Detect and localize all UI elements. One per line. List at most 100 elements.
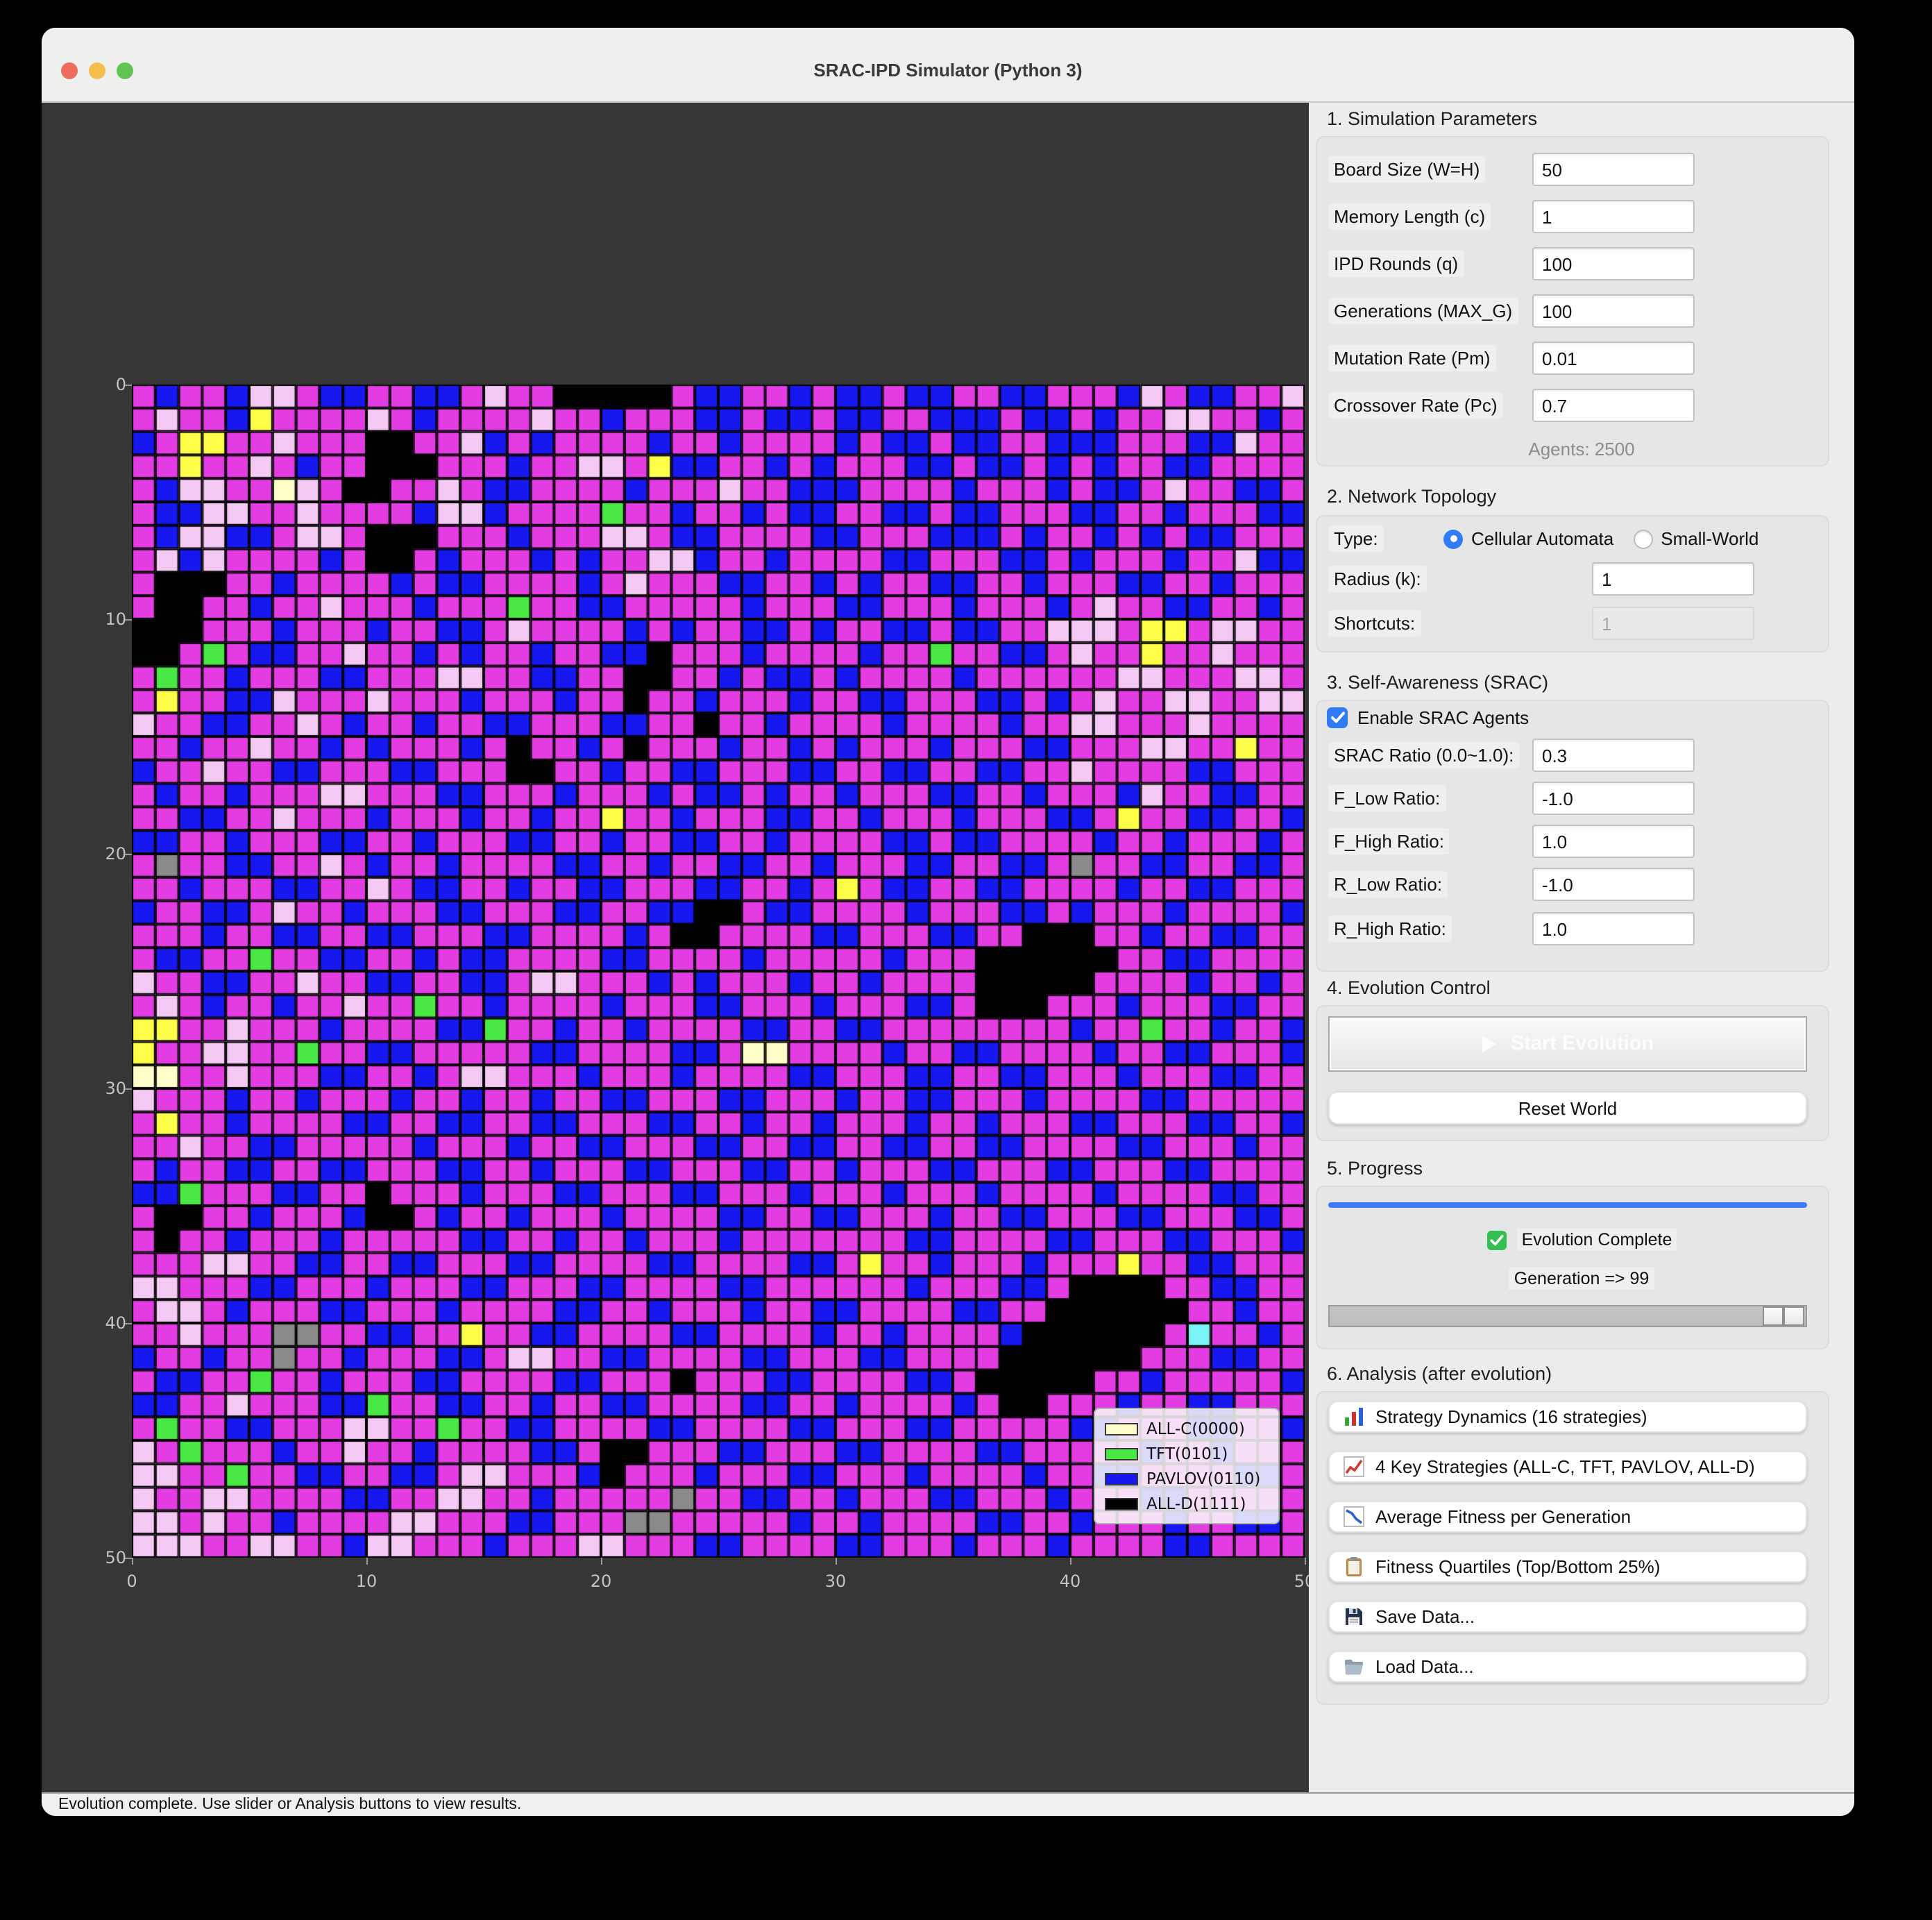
f-high-ratio-label: F_High Ratio: [1328,828,1450,854]
progress-bar [1328,1202,1807,1208]
section-title-evolution-control: 4. Evolution Control [1327,977,1491,998]
figure-area: Generation 99 01020304050 01020304050 AL… [42,103,1309,1792]
y-tick-label: 30 [105,1079,126,1098]
y-tick-label: 40 [105,1313,126,1333]
close-icon[interactable] [61,62,78,78]
x-tick-mark [366,1558,368,1565]
allc-swatch [1105,1422,1138,1435]
line-chart-down-icon [1344,1506,1364,1527]
y-tick-mark [125,1088,132,1090]
r-high-ratio-field[interactable] [1532,912,1695,945]
legend-item: ALL-D(1111) [1105,1491,1269,1516]
generation-slider[interactable] [1328,1305,1807,1327]
zoom-icon[interactable] [117,62,133,78]
start-evolution-button[interactable]: Start Evolution [1328,1016,1807,1072]
srac-ratio-field[interactable] [1532,739,1695,772]
type-label: Type: [1328,525,1384,552]
r-high-ratio-label: R_High Ratio: [1328,916,1452,942]
mutation-rate-field[interactable] [1532,342,1695,375]
y-tick-label: 20 [105,844,126,864]
y-tick-mark [125,619,132,621]
section-title-progress: 5. Progress [1327,1158,1423,1179]
enable-srac-label: Enable SRAC Agents [1357,707,1529,728]
ipd-rounds-field[interactable] [1532,247,1695,280]
ipd-rounds-label: IPD Rounds (q) [1328,251,1464,277]
small-world-radio[interactable] [1633,529,1652,548]
generation-readout-text: Generation => 99 [1509,1268,1655,1290]
y-tick-mark [125,385,132,386]
generations-label: Generations (MAX_G) [1328,298,1518,324]
clipboard-icon [1344,1556,1364,1577]
traffic-lights [61,28,133,101]
key-strategies-label: 4 Key Strategies (ALL-C, TFT, PAVLOV, AL… [1375,1456,1755,1477]
section-title-simulation-parameters: 1. Simulation Parameters [1327,108,1537,129]
x-tick-label: 10 [356,1572,378,1591]
f-low-ratio-label: F_Low Ratio: [1328,785,1446,811]
f-low-ratio-field[interactable] [1532,782,1695,815]
load-data-button[interactable]: Load Data... [1328,1651,1807,1683]
section-title-network-topology: 2. Network Topology [1327,486,1496,507]
r-low-ratio-label: R_Low Ratio: [1328,871,1448,898]
minimize-icon[interactable] [89,62,105,78]
cellular-automata-radio[interactable] [1443,529,1463,548]
generation-readout: Generation => 99 [1309,1269,1854,1288]
y-tick-label: 10 [105,609,126,629]
memory-length-field[interactable] [1532,200,1695,233]
reset-world-button[interactable]: Reset World [1328,1091,1807,1125]
x-tick-label: 20 [591,1572,612,1591]
line-chart-up-icon [1344,1456,1364,1477]
app-window: SRAC-IPD Simulator (Python 3) Generation… [42,28,1854,1816]
save-data-button[interactable]: Save Data... [1328,1601,1807,1633]
shortcuts-field [1592,607,1754,640]
cellular-automata-label: Cellular Automata [1471,528,1613,549]
bar-chart-icon [1344,1406,1364,1427]
agents-count-label: Agents: 2500 [1309,439,1854,460]
x-tick-label: 40 [1060,1572,1081,1591]
strategy-legend: ALL-C(0000) TFT(0101) PAVLOV(0110) ALL-D… [1094,1408,1280,1524]
mutation-rate-label: Mutation Rate (Pm) [1328,345,1495,371]
play-icon [1482,1034,1498,1054]
fitness-quartiles-button[interactable]: Fitness Quartiles (Top/Bottom 25%) [1328,1551,1807,1583]
srac-ratio-label: SRAC Ratio (0.0~1.0): [1328,742,1519,768]
section-title-analysis: 6. Analysis (after evolution) [1327,1363,1552,1384]
strategy-dynamics-button[interactable]: Strategy Dynamics (16 strategies) [1328,1401,1807,1433]
small-world-label: Small-World [1661,528,1759,549]
title-bar: SRAC-IPD Simulator (Python 3) [42,28,1854,103]
x-tick-mark [132,1558,133,1565]
legend-label: PAVLOV(0110) [1146,1469,1260,1488]
topology-radio-group: Cellular Automata Small-World [1443,528,1759,549]
average-fitness-label: Average Fitness per Generation [1375,1506,1631,1527]
evolution-complete-label: Evolution Complete [1518,1229,1677,1251]
slider-thumb-segment[interactable] [1783,1306,1804,1326]
generations-field[interactable] [1532,294,1695,328]
memory-length-label: Memory Length (c) [1328,203,1491,230]
status-bar: Evolution complete. Use slider or Analys… [42,1792,1854,1816]
key-strategies-button[interactable]: 4 Key Strategies (ALL-C, TFT, PAVLOV, AL… [1328,1451,1807,1483]
load-data-label: Load Data... [1375,1656,1474,1677]
board-size-field[interactable] [1532,153,1695,186]
floppy-icon [1344,1606,1364,1627]
x-tick-mark [601,1558,602,1565]
generation-slider-thumb[interactable] [1763,1306,1804,1326]
crossover-rate-label: Crossover Rate (Pc) [1328,392,1503,419]
enable-srac-row: Enable SRAC Agents [1327,707,1529,728]
green-check-icon [1487,1229,1508,1250]
x-tick-mark [1305,1558,1306,1565]
control-panel: 1. Simulation Parameters Board Size (W=H… [1309,103,1854,1792]
board-size-label: Board Size (W=H) [1328,156,1485,183]
fitness-quartiles-label: Fitness Quartiles (Top/Bottom 25%) [1375,1556,1660,1577]
crossover-rate-field[interactable] [1532,389,1695,422]
slider-thumb-segment[interactable] [1763,1306,1783,1326]
x-tick-label: 0 [126,1572,137,1591]
average-fitness-button[interactable]: Average Fitness per Generation [1328,1501,1807,1533]
enable-srac-checkbox[interactable] [1327,707,1348,728]
radius-field[interactable] [1592,562,1754,596]
y-tick-mark [125,854,132,855]
start-evolution-label: Start Evolution [1511,1033,1654,1055]
strategy-dynamics-label: Strategy Dynamics (16 strategies) [1375,1406,1647,1427]
shortcuts-label: Shortcuts: [1328,610,1421,637]
r-low-ratio-field[interactable] [1532,868,1695,901]
evolution-complete-row: Evolution Complete [1309,1229,1854,1251]
f-high-ratio-field[interactable] [1532,825,1695,858]
legend-item: TFT(0101) [1105,1441,1269,1466]
